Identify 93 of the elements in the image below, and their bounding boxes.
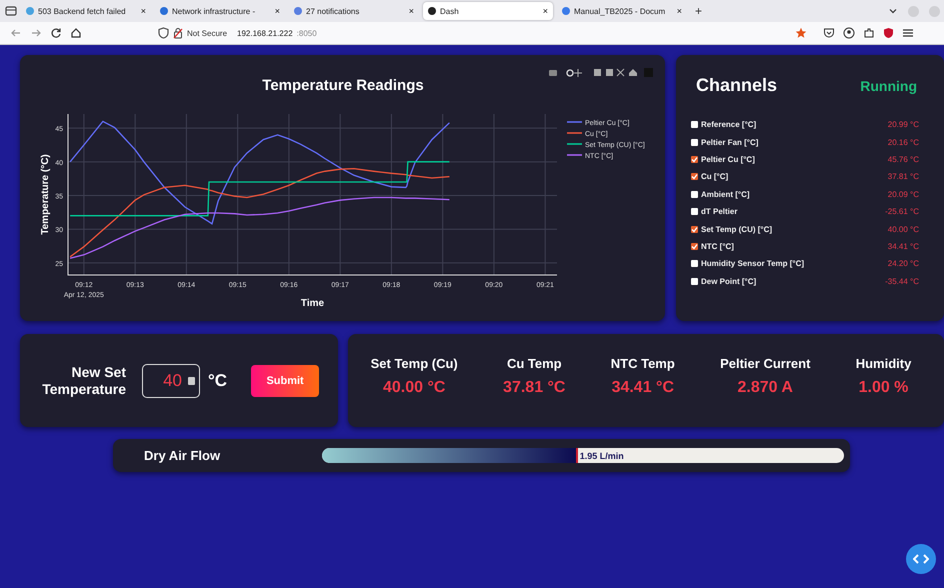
pocket-icon[interactable] [823, 27, 835, 39]
metric-label: Set Temp (Cu) [370, 356, 458, 371]
channel-value: 20.09 °C [888, 190, 919, 199]
x-axis-title: Time [300, 298, 324, 309]
browser-tab[interactable]: Manual_TB2025 - Docum × [557, 2, 687, 20]
new-tab-button[interactable]: + [691, 4, 706, 18]
channel-value: 34.41 °C [888, 242, 919, 251]
forward-icon[interactable] [30, 27, 42, 39]
url-host: 192.168.21.222 [237, 28, 293, 38]
tab-list-icon[interactable] [5, 5, 17, 17]
browser-tab[interactable]: 503 Backend fetch failed × [21, 2, 151, 20]
back-icon[interactable] [10, 27, 22, 39]
channel-label: Cu [°C] [701, 172, 730, 182]
favicon-icon [562, 7, 570, 15]
url-port: :8050 [296, 28, 317, 38]
channel-value: 20.16 °C [888, 138, 919, 147]
star-icon[interactable] [795, 27, 807, 39]
extensions-icon[interactable] [863, 27, 875, 39]
metric-value: 40.00 °C [382, 379, 446, 397]
checkbox[interactable] [691, 138, 698, 146]
unit-label: °C [208, 370, 228, 390]
favicon-icon [428, 7, 436, 15]
channel-value: 40.00 °C [888, 224, 919, 234]
chevron-down-icon[interactable] [888, 6, 898, 16]
modebar[interactable] [549, 68, 653, 78]
checkbox[interactable] [691, 156, 698, 163]
channel-label: Ambient [°C] [701, 190, 751, 199]
checkbox[interactable] [691, 121, 698, 128]
checkbox[interactable] [691, 173, 698, 180]
account-icon[interactable] [843, 27, 855, 39]
metric-value: 1.00 % [858, 379, 908, 397]
close-tab-button[interactable]: × [408, 6, 414, 16]
tab-title: 503 Backend fetch failed [38, 6, 127, 16]
favicon-icon [160, 7, 168, 15]
metric-label: NTC Temp [610, 356, 675, 371]
metric-label: Peltier Current [720, 356, 810, 371]
channel-value: 24.20 °C [888, 259, 919, 268]
y-axis-title: Temperature (°C) [40, 154, 51, 235]
reload-icon[interactable] [50, 27, 62, 39]
temperature-input[interactable]: 40 [142, 364, 200, 398]
channel-label: Set Temp (CU) [°C] [701, 224, 774, 234]
browser-tab[interactable]: Network infrastructure - × [155, 2, 285, 20]
security-label: Not Secure [187, 28, 228, 38]
metric-label: Humidity [856, 356, 912, 371]
tab-title: Network infrastructure - [172, 6, 256, 16]
home-icon[interactable] [70, 27, 82, 39]
channel-value: 37.81 °C [888, 172, 919, 182]
tab-title: 27 notifications [306, 6, 360, 16]
channel-label: Peltier Fan [°C] [701, 138, 760, 147]
metric-value: 34.41 °C [612, 379, 674, 397]
channel-value: 20.99 °C [888, 120, 919, 130]
air-flow-label: Dry Air Flow [144, 448, 222, 463]
tab-title: Manual_TB2025 - Docum [574, 6, 666, 16]
shield-icon [158, 27, 169, 39]
favicon-icon [26, 7, 34, 15]
spinner-icon[interactable] [188, 376, 195, 384]
channel-value: -25.61 °C [885, 207, 919, 216]
checkbox[interactable] [691, 278, 698, 285]
close-tab-button[interactable]: × [542, 6, 548, 16]
close-tab-button[interactable]: × [676, 6, 682, 16]
checkbox[interactable] [691, 190, 698, 198]
close-tab-button[interactable]: × [140, 6, 146, 16]
tab-title: Dash [440, 6, 460, 16]
channel-label: Humidity Sensor Temp [°C] [701, 259, 806, 268]
shield-extension-icon[interactable] [883, 27, 894, 39]
metric-value: 37.81 °C [503, 379, 566, 397]
checkbox[interactable] [691, 208, 698, 216]
code-icon [913, 553, 929, 565]
checkbox[interactable] [691, 260, 698, 268]
channel-label: Peltier Cu [°C] [701, 154, 756, 164]
submit-button[interactable]: Submit [251, 364, 320, 396]
favicon-icon [294, 7, 302, 15]
channel-label: dT Peltier [701, 207, 738, 216]
metric-label: Cu Temp [506, 356, 562, 371]
browser-tab[interactable]: Dash × [423, 2, 553, 20]
browser-tab[interactable]: 27 notifications × [289, 2, 419, 20]
flow-reading: 1.95 L/min [580, 450, 624, 460]
card-title: Channels [696, 75, 778, 96]
chart-title: Temperature Readings [262, 77, 424, 94]
lock-warning-icon [173, 27, 183, 39]
metric-value: 2.870 A [738, 379, 793, 397]
status-label: Running [860, 78, 917, 94]
channel-label: Dew Point [°C] [701, 276, 758, 286]
menu-icon[interactable] [902, 27, 914, 39]
channel-label: NTC [°C] [701, 242, 735, 251]
channel-label: Reference [°C] [701, 120, 758, 130]
channel-value: -35.44 °C [885, 276, 919, 286]
code-toggle-button[interactable] [906, 544, 936, 574]
set-temperature-label: New Set Temperature [41, 364, 126, 398]
checkbox[interactable] [691, 226, 698, 233]
checkbox[interactable] [691, 242, 698, 250]
channel-value: 45.76 °C [888, 154, 919, 164]
close-tab-button[interactable]: × [274, 6, 280, 16]
